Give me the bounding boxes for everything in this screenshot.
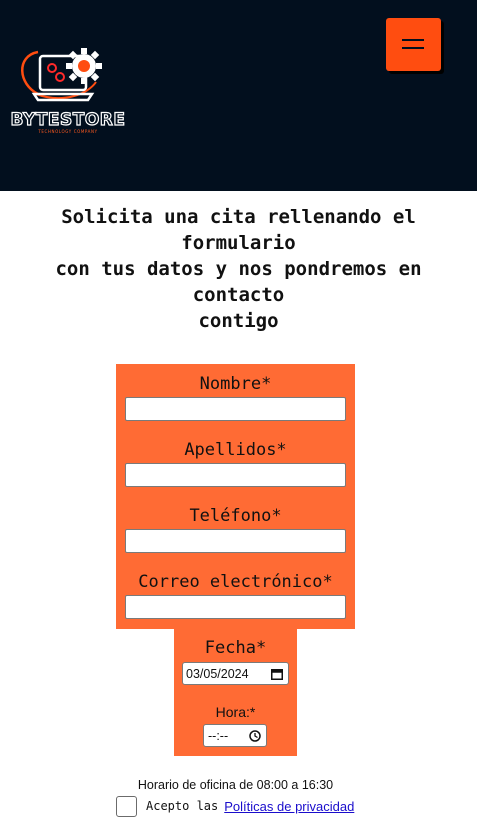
intro-line-1: Solicita una cita rellenando el formular…	[61, 206, 416, 254]
apellidos-input[interactable]	[125, 463, 346, 487]
hora-value: --:--	[208, 728, 229, 743]
hora-time-input[interactable]: --:--	[203, 724, 267, 747]
fecha-label: Fecha*	[204, 638, 267, 658]
nombre-input[interactable]	[125, 397, 346, 421]
correo-input[interactable]	[125, 595, 346, 619]
hamburger-menu-icon	[402, 39, 424, 49]
privacy-consent: Acepto las Políticas de privacidad	[116, 795, 354, 817]
logo-tagline: TECHNOLOGY COMPANY	[38, 129, 98, 134]
fecha-value: 03/05/2024	[186, 666, 249, 681]
site-header: BYTESTORE TECHNOLOGY COMPANY	[0, 0, 477, 191]
telefono-label: Teléfono*	[189, 506, 282, 526]
intro-text: Solicita una cita rellenando el formular…	[30, 204, 447, 334]
privacy-checkbox[interactable]	[116, 795, 137, 817]
hora-label: Hora:*	[215, 704, 256, 720]
intro-line-3: contigo	[198, 310, 279, 332]
telefono-input[interactable]	[125, 529, 346, 553]
office-hours-text: Horario de oficina de 08:00 a 16:30	[137, 778, 334, 792]
fecha-date-input[interactable]: 03/05/2024	[182, 662, 289, 685]
intro-line-2: con tus datos y nos pondremos en contact…	[55, 258, 422, 306]
acepto-label: Acepto las	[146, 799, 219, 813]
menu-button[interactable]	[386, 18, 441, 71]
correo-label: Correo electrónico*	[138, 572, 333, 592]
calendar-icon[interactable]	[271, 668, 283, 680]
privacy-policy-link[interactable]: Políticas de privacidad	[224, 799, 354, 814]
nombre-label: Nombre*	[199, 374, 272, 394]
clock-icon[interactable]	[249, 730, 261, 742]
logo-wordmark: BYTESTORE	[10, 109, 126, 130]
apellidos-label: Apellidos*	[184, 440, 287, 460]
